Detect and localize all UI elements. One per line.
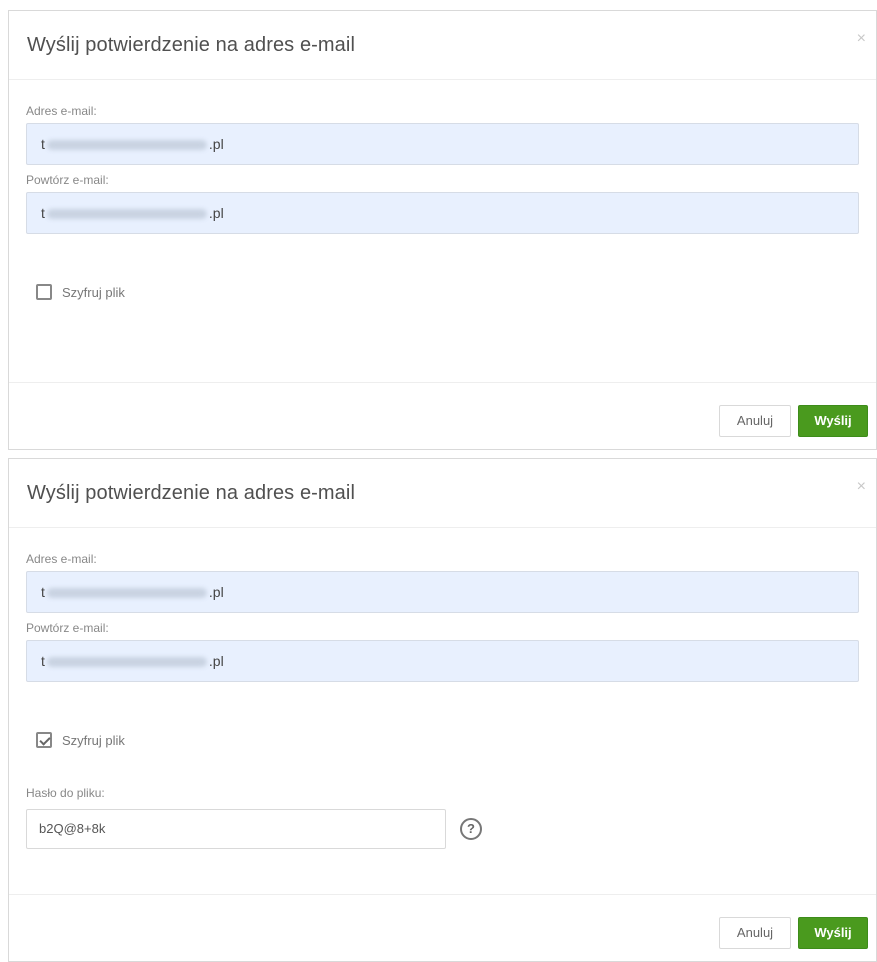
redacted-email-part: [46, 588, 207, 599]
repeat-value-start: t: [41, 653, 45, 669]
repeat-email-input[interactable]: t .pl: [26, 640, 859, 682]
close-icon[interactable]: ×: [857, 479, 866, 495]
cancel-button[interactable]: Anuluj: [719, 917, 791, 949]
repeat-value-end: .pl: [208, 205, 224, 221]
repeat-value-start: t: [41, 205, 45, 221]
email-value-end: .pl: [208, 584, 224, 600]
dialog-footer: Anuluj Wyślij: [9, 894, 876, 961]
send-button[interactable]: Wyślij: [798, 405, 868, 437]
dialog-header: Wyślij potwierdzenie na adres e-mail ×: [9, 11, 876, 80]
encrypt-file-option[interactable]: Szyfruj plik: [36, 732, 859, 748]
file-password-label: Hasło do pliku:: [26, 786, 105, 800]
encrypt-file-label: Szyfruj plik: [62, 732, 125, 748]
send-button[interactable]: Wyślij: [798, 917, 868, 949]
file-password-input[interactable]: b2Q@8+8k: [26, 809, 446, 849]
email-input[interactable]: t .pl: [26, 123, 859, 165]
dialog-body: Adres e-mail: t .pl Powtórz e-mail: t .pl …: [9, 104, 876, 300]
repeat-email-input[interactable]: t .pl: [26, 192, 859, 234]
redacted-email-part: [46, 657, 207, 668]
email-label: Adres e-mail:: [26, 104, 97, 118]
email-input[interactable]: t .pl: [26, 571, 859, 613]
email-label: Adres e-mail:: [26, 552, 97, 566]
checkbox-checked-icon[interactable]: [36, 732, 52, 748]
encrypt-file-label: Szyfruj plik: [62, 284, 125, 300]
email-value-start: t: [41, 136, 45, 152]
dialog-header: Wyślij potwierdzenie na adres e-mail ×: [9, 459, 876, 528]
dialog-title: Wyślij potwierdzenie na adres e-mail: [27, 482, 355, 504]
cancel-button[interactable]: Anuluj: [719, 405, 791, 437]
dialog-body: Adres e-mail: t .pl Powtórz e-mail: t .pl …: [9, 552, 876, 849]
screenshot-stack: Wyślij potwierdzenie na adres e-mail × A…: [0, 0, 877, 962]
email-confirmation-dialog-encrypted: Wyślij potwierdzenie na adres e-mail × A…: [8, 458, 877, 962]
dialog-title: Wyślij potwierdzenie na adres e-mail: [27, 34, 355, 56]
repeat-email-label: Powtórz e-mail:: [26, 621, 109, 635]
email-value-end: .pl: [208, 136, 224, 152]
repeat-value-end: .pl: [208, 653, 224, 669]
dialog-footer: Anuluj Wyślij: [9, 382, 876, 449]
email-value-start: t: [41, 584, 45, 600]
redacted-email-part: [46, 140, 207, 151]
file-password-row: b2Q@8+8k ?: [26, 809, 859, 849]
help-circle-icon[interactable]: ?: [460, 818, 482, 840]
encrypt-file-option[interactable]: Szyfruj plik: [36, 284, 859, 300]
email-confirmation-dialog: Wyślij potwierdzenie na adres e-mail × A…: [8, 10, 877, 450]
repeat-email-label: Powtórz e-mail:: [26, 173, 109, 187]
redacted-email-part: [46, 209, 207, 220]
checkbox-icon[interactable]: [36, 284, 52, 300]
close-icon[interactable]: ×: [857, 31, 866, 47]
